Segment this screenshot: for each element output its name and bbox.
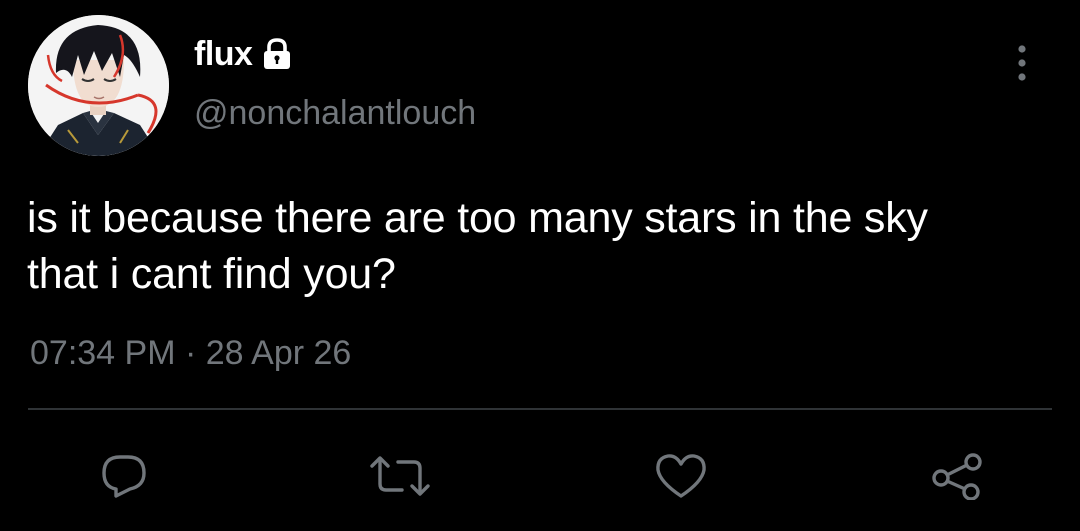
tweet-date: 28 Apr 26 [205, 334, 352, 372]
like-button[interactable] [654, 452, 706, 500]
more-vertical-icon[interactable] [1006, 42, 1038, 86]
tweet-card: flux @nonchalantlouch is it because ther… [0, 0, 1080, 531]
avatar[interactable] [28, 15, 169, 156]
retweet-icon [370, 456, 430, 496]
tweet-time: 07:34 PM [30, 334, 176, 372]
share-button[interactable] [930, 452, 982, 500]
user-handle[interactable]: @nonchalantlouch [194, 94, 476, 133]
divider [28, 408, 1052, 410]
meta-separator: · [184, 334, 197, 372]
tweet-text-line: that i cant find you? [27, 250, 396, 298]
reply-button[interactable] [98, 452, 150, 500]
avatar-image [28, 15, 169, 156]
display-name[interactable]: flux [194, 35, 253, 74]
tweet-text: is it because there are too many stars i… [27, 190, 1077, 302]
name-row: flux [194, 32, 294, 76]
share-icon [932, 453, 982, 500]
reply-icon [102, 455, 146, 498]
tweet-text-line: is it because there are too many stars i… [27, 194, 928, 242]
tweet-timestamp[interactable]: 07:34 PM · 28 Apr 26 [30, 334, 351, 373]
like-icon [656, 454, 706, 498]
lock-icon [260, 37, 294, 71]
retweet-button[interactable] [368, 452, 430, 500]
